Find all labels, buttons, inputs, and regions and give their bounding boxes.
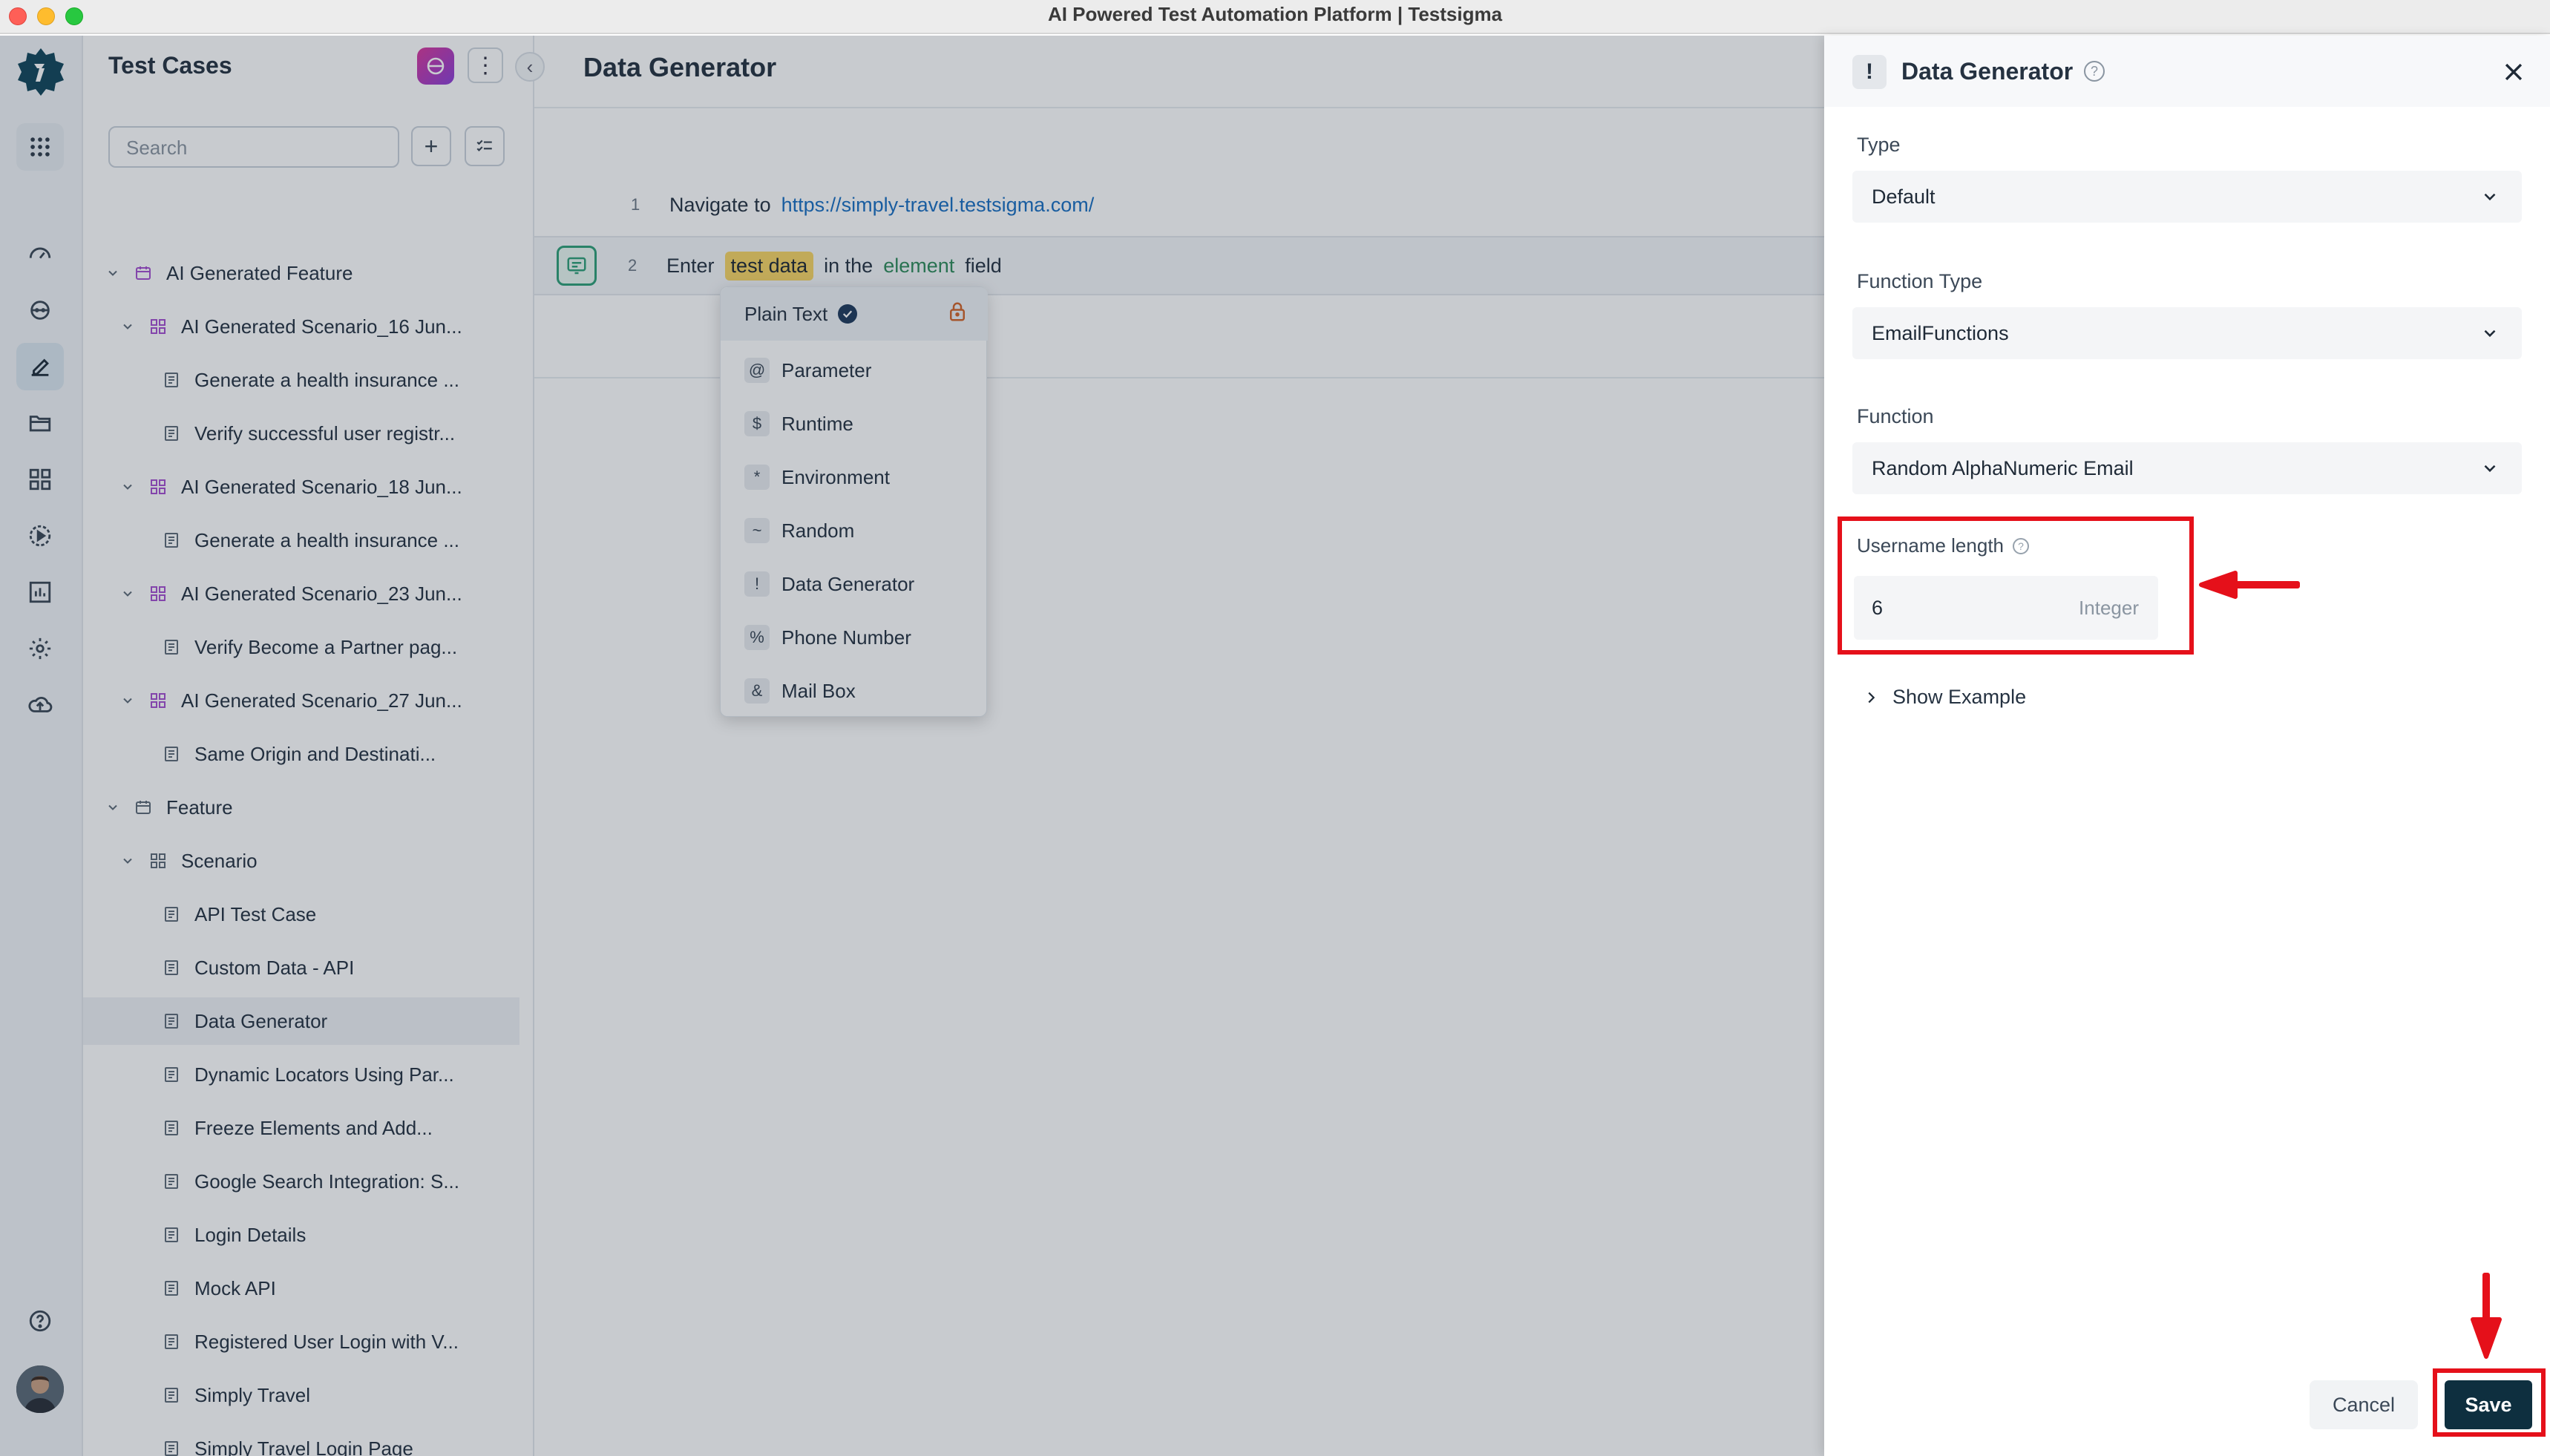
panel-header: ! Data Generator ?: [1824, 36, 2550, 107]
close-icon[interactable]: [2497, 55, 2531, 89]
highlight-box: [1838, 517, 2194, 655]
help-icon[interactable]: ?: [2084, 61, 2105, 82]
show-example-toggle[interactable]: Show Example: [1863, 686, 2026, 709]
cancel-button[interactable]: Cancel: [2310, 1380, 2418, 1429]
annotation-arrow-down-icon: [2471, 1273, 2502, 1359]
function-type-label: Function Type: [1857, 270, 1983, 292]
function-value: Random AlphaNumeric Email: [1872, 456, 2134, 479]
chevron-down-icon: [2480, 324, 2500, 348]
function-label: Function: [1857, 405, 1934, 427]
highlight-box: [2433, 1368, 2546, 1437]
function-type-value: EmailFunctions: [1872, 321, 2009, 344]
chevron-down-icon: [2480, 459, 2500, 483]
chevron-down-icon: [2480, 187, 2500, 211]
function-type-select[interactable]: EmailFunctions: [1852, 307, 2522, 359]
data-generator-panel: ! Data Generator ? Type Default Function…: [1824, 36, 2550, 1456]
type-select[interactable]: Default: [1852, 171, 2522, 223]
function-select[interactable]: Random AlphaNumeric Email: [1852, 442, 2522, 494]
annotation-arrow-left-icon: [2199, 571, 2300, 599]
chevron-right-icon: [1868, 692, 1875, 703]
show-example-label: Show Example: [1892, 686, 2027, 708]
modal-backdrop[interactable]: [0, 36, 1824, 1456]
panel-title: Data Generator: [1901, 58, 2074, 85]
type-value: Default: [1872, 185, 1936, 208]
type-label: Type: [1857, 134, 1901, 156]
window-title: AI Powered Test Automation Platform | Te…: [1047, 3, 1503, 25]
data-generator-icon: !: [1852, 55, 1887, 89]
window-titlebar: AI Powered Test Automation Platform | Te…: [0, 0, 2550, 34]
